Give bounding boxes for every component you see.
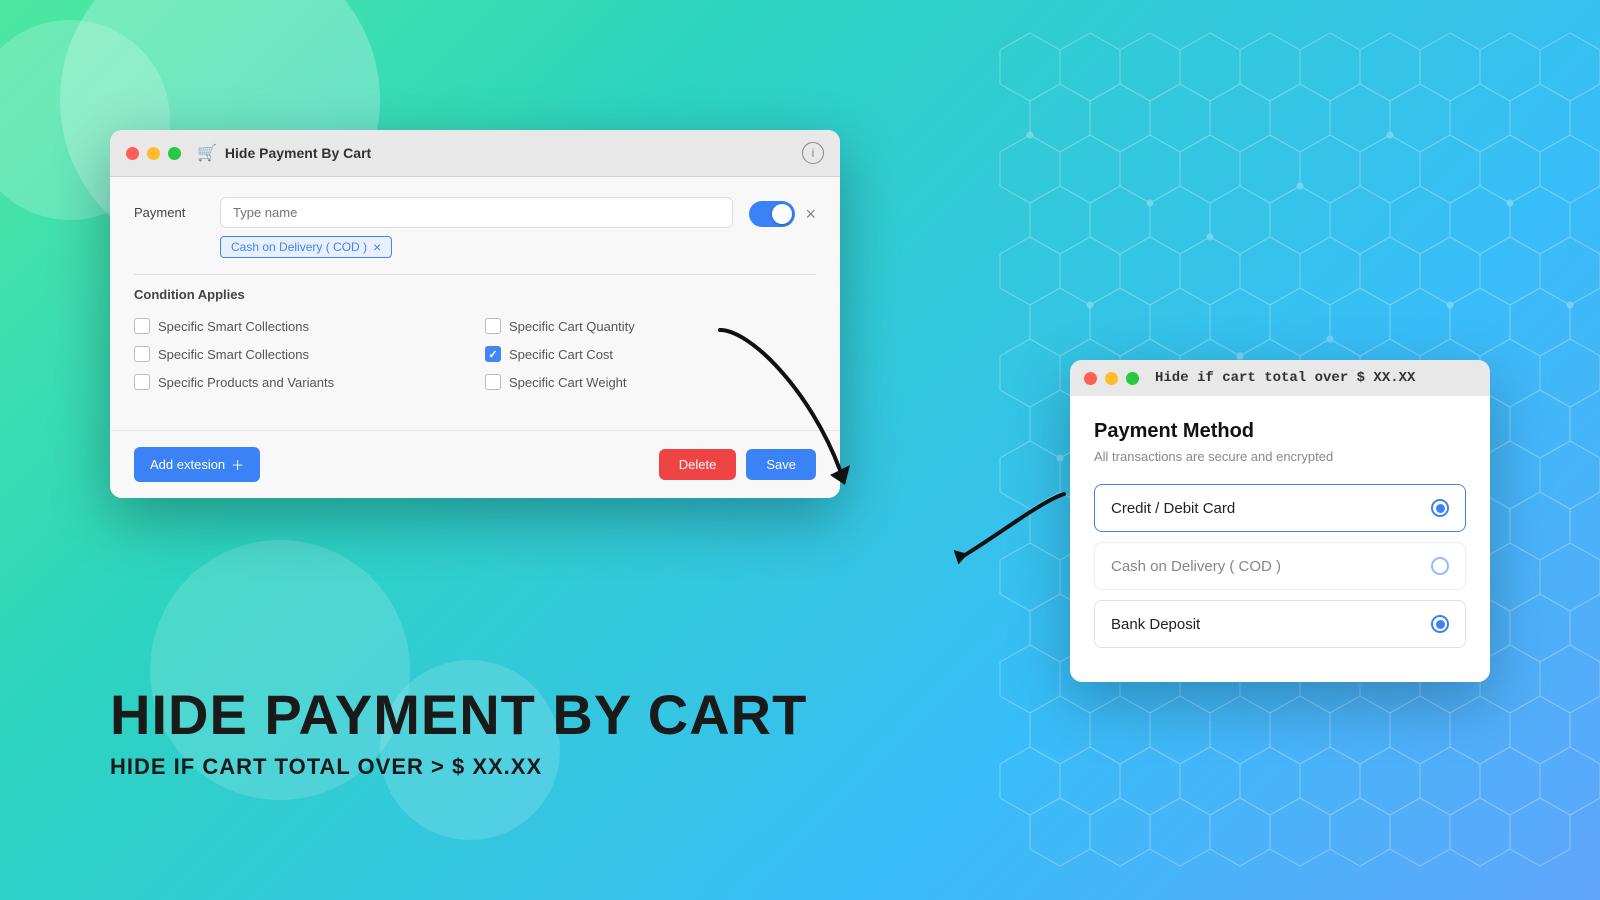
info-icon[interactable]: i — [802, 142, 824, 164]
cart-icon: 🛒 — [197, 143, 217, 163]
condition-label-col2row1: Specific Cart Quantity — [509, 319, 635, 334]
right-window-maximize-btn[interactable] — [1126, 372, 1139, 385]
hero-text-block: HIDE PAYMENT BY CART HIDE IF CART TOTAL … — [110, 684, 807, 780]
delete-btn[interactable]: Delete — [659, 449, 737, 480]
condition-checkbox-col2row2[interactable] — [485, 346, 501, 362]
payment-label: Payment — [134, 197, 204, 220]
condition-checkbox-col1row2[interactable] — [134, 346, 150, 362]
hero-title: HIDE PAYMENT BY CART — [110, 684, 807, 746]
condition-label-col1row2: Specific Smart Collections — [158, 347, 309, 362]
condition-checkbox-col2row3[interactable] — [485, 374, 501, 390]
condition-label-col2row2: Specific Cart Cost — [509, 347, 613, 362]
conditions-grid: Specific Smart Collections Specific Cart … — [134, 318, 816, 390]
payment-option-0[interactable]: Credit / Debit Card — [1094, 484, 1466, 532]
condition-item: Specific Smart Collections — [134, 318, 465, 334]
condition-label-col1row1: Specific Smart Collections — [158, 319, 309, 334]
window-close-btn[interactable] — [126, 147, 139, 160]
right-window-title: Hide if cart total over $ XX.XX — [1155, 370, 1415, 386]
payment-method-title: Payment Method — [1094, 420, 1466, 443]
condition-item: Specific Smart Collections — [134, 346, 465, 362]
payment-option-label-0: Credit / Debit Card — [1111, 500, 1235, 517]
condition-label-col2row3: Specific Cart Weight — [509, 375, 627, 390]
window-title-area: 🛒 Hide Payment By Cart — [197, 143, 371, 163]
radio-btn-1[interactable] — [1431, 557, 1449, 575]
radio-btn-2[interactable] — [1431, 615, 1449, 633]
tag-close-btn[interactable]: × — [373, 240, 381, 254]
window-title: Hide Payment By Cart — [225, 145, 371, 161]
payment-option-1[interactable]: Cash on Delivery ( COD ) — [1094, 542, 1466, 590]
payment-option-label-2: Bank Deposit — [1111, 616, 1200, 633]
condition-checkbox-col1row3[interactable] — [134, 374, 150, 390]
window-minimize-btn[interactable] — [147, 147, 160, 160]
condition-title: Condition Applies — [134, 287, 816, 302]
condition-item: Specific Cart Weight — [485, 374, 816, 390]
right-window-content: Payment Method All transactions are secu… — [1070, 396, 1490, 682]
payment-row: Payment Cash on Delivery ( COD ) × × — [134, 197, 816, 258]
payment-secure-text: All transactions are secure and encrypte… — [1094, 449, 1466, 464]
payment-toggle[interactable] — [749, 201, 795, 227]
hero-subtitle: HIDE IF CART TOTAL OVER > $ XX.XX — [110, 754, 807, 780]
payment-tag: Cash on Delivery ( COD ) × — [220, 236, 392, 258]
divider — [134, 274, 816, 275]
condition-item: Specific Cart Cost — [485, 346, 816, 362]
radio-btn-0[interactable] — [1431, 499, 1449, 517]
window-content: Payment Cash on Delivery ( COD ) × × Con… — [110, 177, 840, 430]
add-extension-btn[interactable]: Add extesion ＋ — [134, 447, 260, 482]
plus-icon: ＋ — [231, 455, 244, 474]
condition-item: Specific Products and Variants — [134, 374, 465, 390]
tag-label: Cash on Delivery ( COD ) — [231, 240, 367, 254]
right-window-minimize-btn[interactable] — [1105, 372, 1118, 385]
save-btn[interactable]: Save — [746, 449, 816, 480]
condition-item: Specific Cart Quantity — [485, 318, 816, 334]
payment-option-2[interactable]: Bank Deposit — [1094, 600, 1466, 648]
window-footer: Add extesion ＋ Delete Save — [110, 430, 840, 498]
main-window: 🛒 Hide Payment By Cart i Payment Cash on… — [110, 130, 840, 498]
condition-label-col1row3: Specific Products and Variants — [158, 375, 334, 390]
condition-checkbox-col1row1[interactable] — [134, 318, 150, 334]
payment-option-label-1: Cash on Delivery ( COD ) — [1111, 558, 1281, 575]
add-extension-label: Add extesion — [150, 457, 225, 472]
right-window-close-btn[interactable] — [1084, 372, 1097, 385]
footer-right-area: Delete Save — [659, 449, 816, 480]
toggle-close-area: × — [749, 197, 816, 227]
window-maximize-btn[interactable] — [168, 147, 181, 160]
payment-input-area: Cash on Delivery ( COD ) × — [220, 197, 733, 258]
payment-options-list: Credit / Debit Card Cash on Delivery ( CO… — [1094, 484, 1466, 648]
payment-name-input[interactable] — [220, 197, 733, 228]
window-titlebar: 🛒 Hide Payment By Cart i — [110, 130, 840, 177]
payment-close-btn[interactable]: × — [805, 205, 816, 223]
right-window: Hide if cart total over $ XX.XX Payment … — [1070, 360, 1490, 682]
right-titlebar: Hide if cart total over $ XX.XX — [1070, 360, 1490, 396]
condition-checkbox-col2row1[interactable] — [485, 318, 501, 334]
